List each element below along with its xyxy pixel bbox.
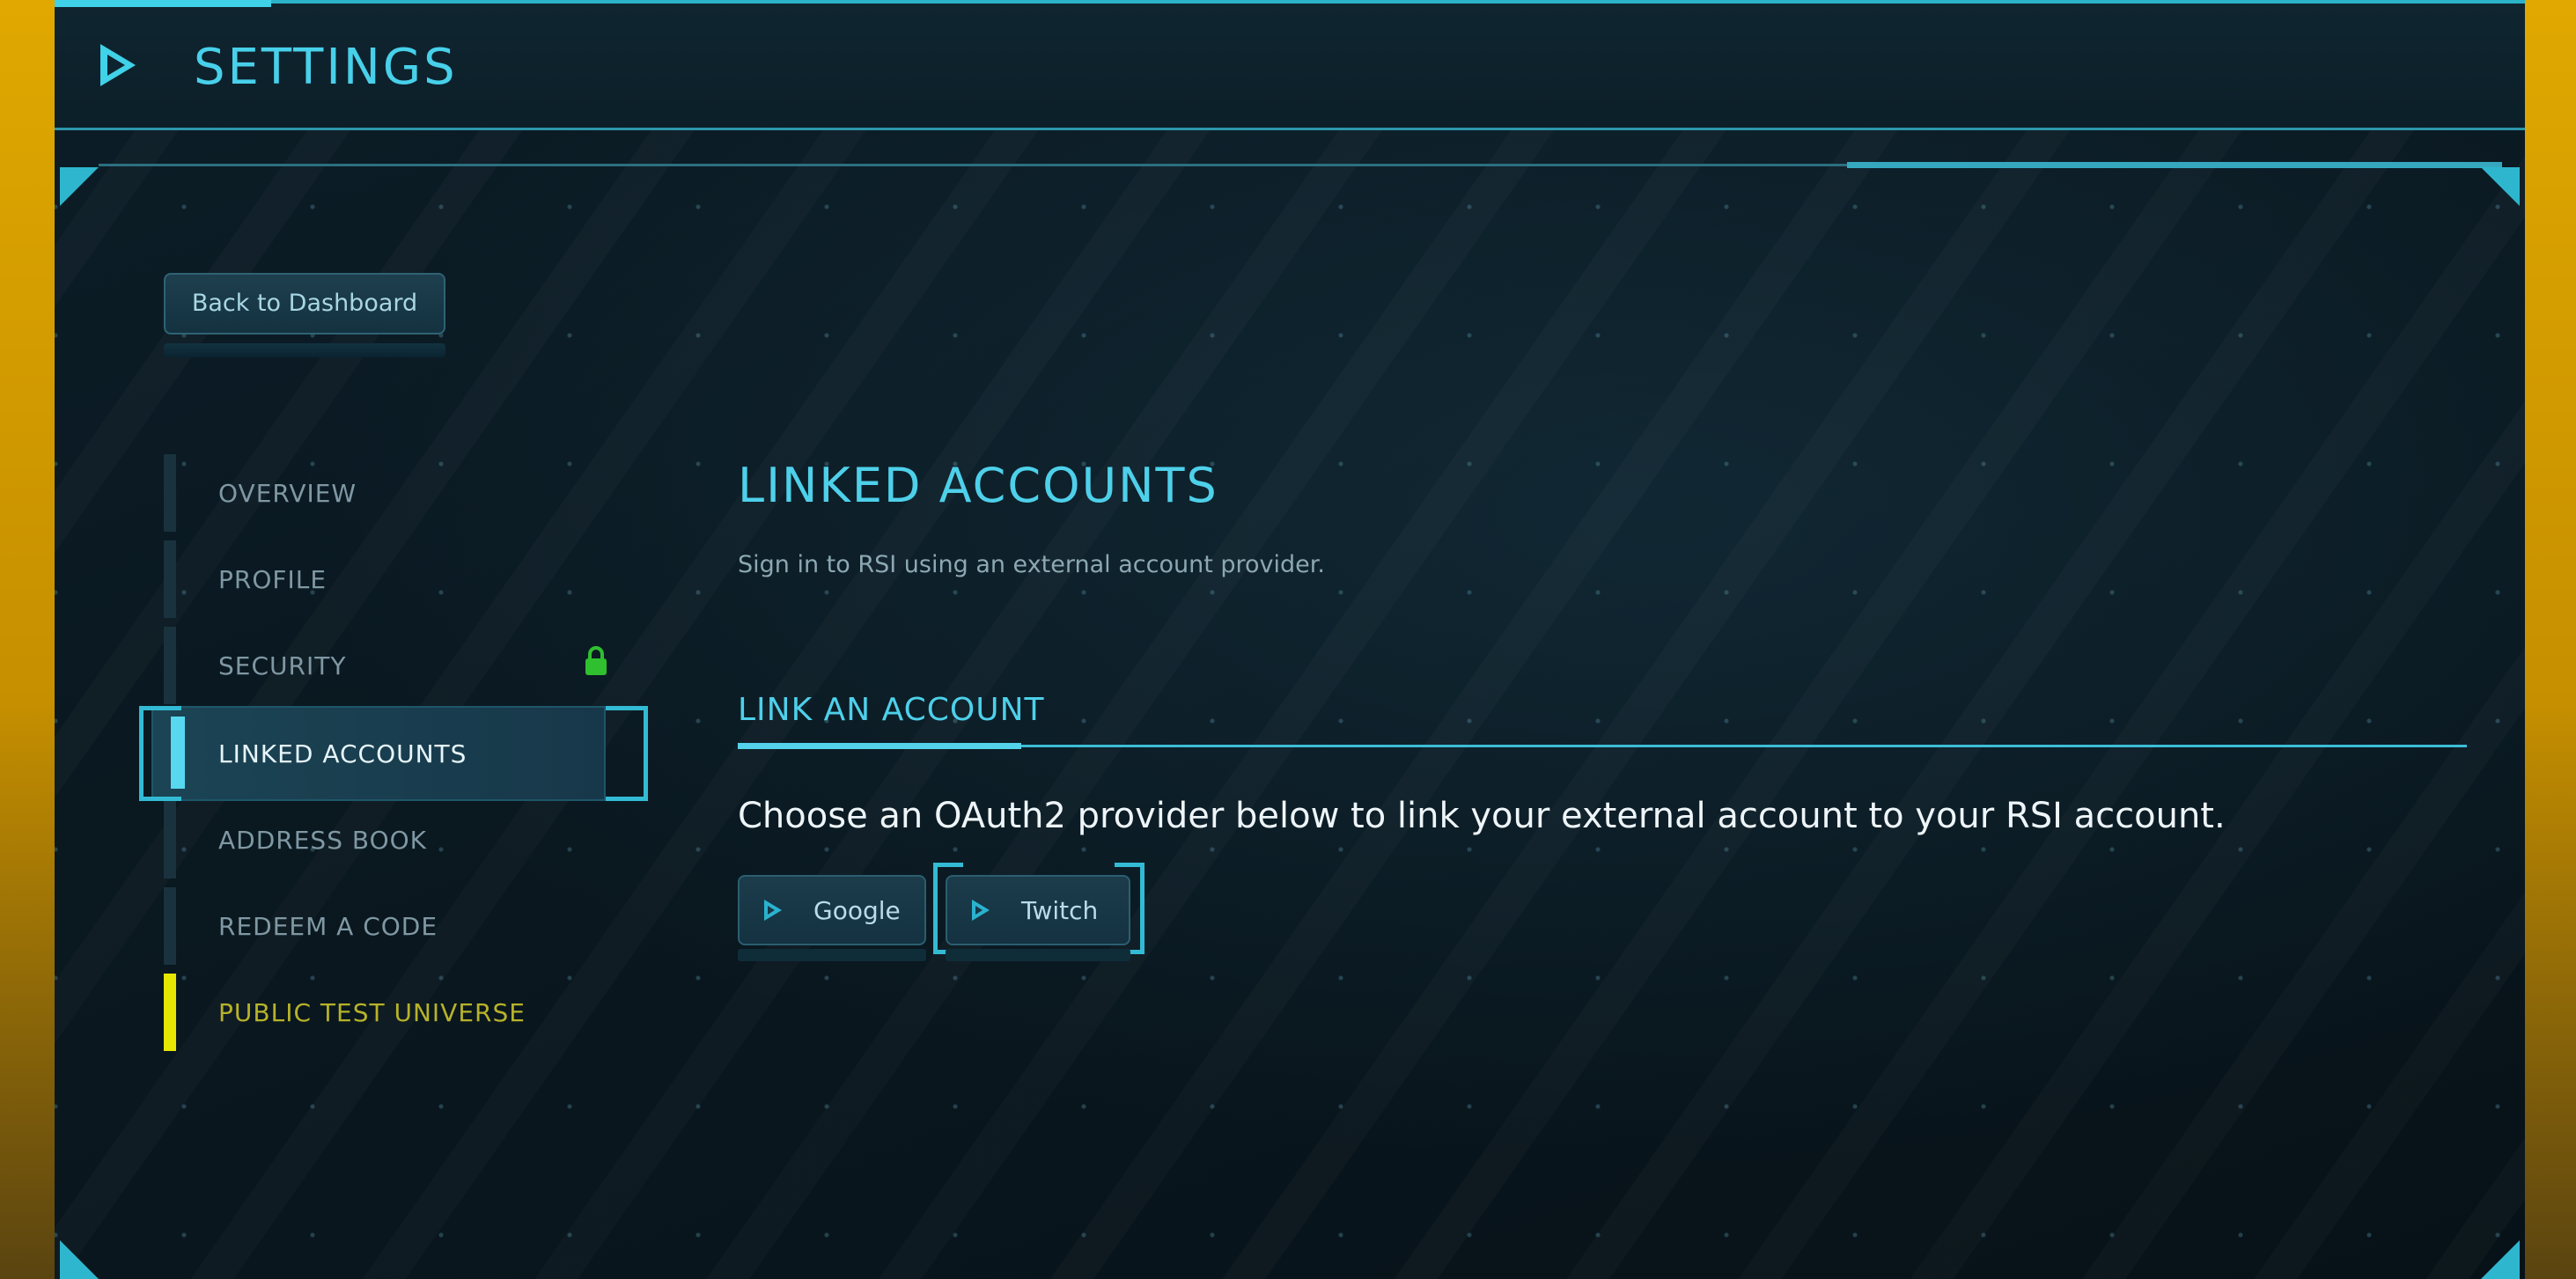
sidebar-item-label: SECURITY [218,651,347,680]
provider-label: Twitch [1021,896,1099,925]
google-provider-button[interactable]: Google [738,875,926,945]
subsection-heading: LINK AN ACCOUNT [738,692,1045,728]
sidebar-item-linked-accounts[interactable]: LINKED ACCOUNTS [139,706,648,801]
sidebar-item-profile[interactable]: PROFILE [164,540,586,618]
sidebar-item-address-book[interactable]: ADDRESS BOOK [164,801,586,878]
header-accent-line [55,0,271,7]
corner-decoration [2481,167,2520,206]
twitch-provider-button[interactable]: Twitch [946,875,1130,945]
nav-indicator [164,454,176,532]
back-button-shadow [164,343,445,357]
section-description: Sign in to RSI using an external account… [738,551,1325,578]
sidebar-item-redeem-a-code[interactable]: REDEEM A CODE [164,887,586,965]
page-title: SETTINGS [194,39,458,96]
play-icon [972,900,990,921]
sidebar-item-security[interactable]: SECURITY [164,627,607,704]
nav-indicator [164,801,176,878]
sidebar-item-label: REDEEM A CODE [218,912,438,941]
section-heading: LINKED ACCOUNTS [738,458,1218,513]
selection-bracket [606,706,648,801]
corner-decoration [2481,1240,2520,1279]
back-to-dashboard-button[interactable]: Back to Dashboard [164,273,445,334]
settings-window: SETTINGS Back to Dashboard OVERVIEW PROF… [55,0,2525,1279]
provider-label: Google [813,896,901,925]
button-shadow [946,949,1130,961]
button-shadow [738,949,926,961]
sidebar-item-label: ADDRESS BOOK [218,826,428,855]
play-icon [764,900,782,921]
nav-indicator [164,887,176,965]
play-triangle-icon [100,44,136,86]
sidebar-item-overview[interactable]: OVERVIEW [164,454,586,532]
subsection-divider-accent [738,743,1021,749]
nav-indicator [164,627,176,704]
sidebar-item-label: LINKED ACCOUNTS [218,739,467,768]
header-bar: SETTINGS [55,0,2525,130]
nav-indicator [171,717,185,789]
corner-decoration [60,1240,99,1279]
nav-indicator [164,540,176,618]
sidebar-item-public-test-universe[interactable]: PUBLIC TEST UNIVERSE [164,974,586,1051]
nav-indicator [164,974,176,1051]
divider-accent [1847,162,2502,168]
sidebar-item-label: PUBLIC TEST UNIVERSE [218,998,526,1027]
corner-decoration [60,167,99,206]
sidebar-item-label: OVERVIEW [218,479,357,508]
subsection-description: Choose an OAuth2 provider below to link … [738,796,2226,836]
sidebar-item-label: PROFILE [218,565,328,594]
lock-icon [585,646,607,675]
